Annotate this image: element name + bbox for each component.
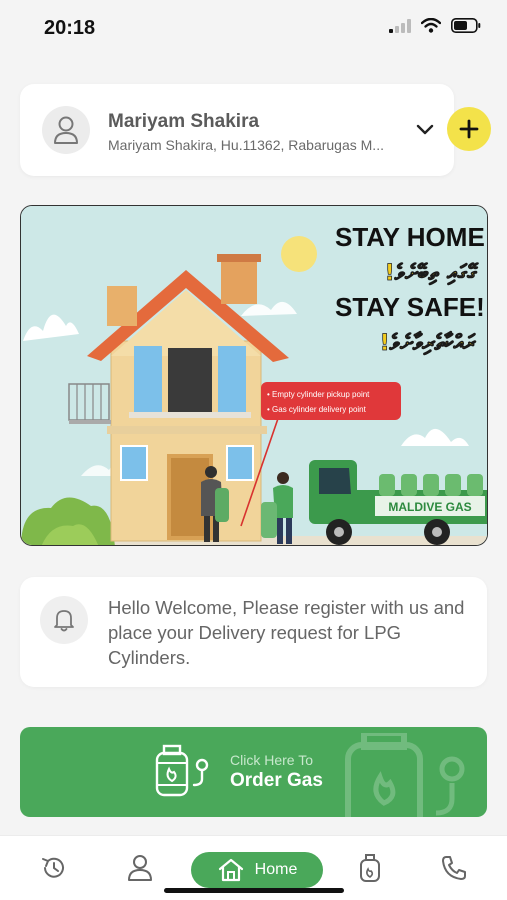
add-address-button[interactable] xyxy=(447,107,491,151)
plus-icon xyxy=(459,119,479,139)
bell-icon xyxy=(54,610,74,632)
tab-cylinder[interactable] xyxy=(352,851,388,885)
user-icon xyxy=(54,116,78,144)
phone-icon xyxy=(442,856,466,880)
gas-cylinder-icon xyxy=(155,744,209,797)
banner-legend-2: • Gas cylinder delivery point xyxy=(267,405,367,414)
battery-icon xyxy=(451,18,481,33)
tab-profile[interactable] xyxy=(122,851,158,885)
order-gas-button[interactable]: Click Here To Order Gas xyxy=(20,727,487,817)
avatar xyxy=(42,106,90,154)
banner-legend-1: • Empty cylinder pickup point xyxy=(267,390,370,399)
home-icon xyxy=(218,858,243,882)
truck-label: MALDIVE GAS xyxy=(388,500,471,514)
profile-address: Mariyam Shakira, Hu.11362, Rabarugas M..… xyxy=(108,137,384,153)
address-dropdown[interactable] xyxy=(412,117,438,143)
cylinder-watermark-icon xyxy=(345,733,465,817)
tab-history[interactable] xyxy=(36,851,72,885)
history-icon xyxy=(42,857,64,878)
banner-headline-2: STAY SAFE! xyxy=(335,292,485,322)
banner-dhivehi-2: !ރައްކާތެރިވާށެވެ xyxy=(380,331,477,356)
profile-icon xyxy=(128,855,152,881)
notification-badge xyxy=(40,596,88,644)
signal-icon xyxy=(389,18,411,33)
tab-home[interactable]: Home xyxy=(191,852,323,888)
profile-card[interactable]: Mariyam Shakira Mariyam Shakira, Hu.1136… xyxy=(20,84,454,176)
banner-dhivehi-1: !ގޭގައި ތިބޭށެވެ xyxy=(385,261,480,286)
status-bar: 20:18 xyxy=(0,0,507,56)
tab-phone[interactable] xyxy=(436,851,472,885)
banner-headline-1: STAY HOME! xyxy=(335,222,488,252)
order-subtitle: Click Here To xyxy=(230,752,313,768)
wifi-icon xyxy=(421,18,441,33)
welcome-message-card: Hello Welcome, Please register with us a… xyxy=(20,577,487,687)
home-indicator xyxy=(164,888,344,893)
promo-banner[interactable]: STAY HOME! !ގޭގައި ތިބޭށެވެ STAY SAFE! !… xyxy=(20,205,488,546)
status-time: 20:18 xyxy=(44,17,96,39)
banner-illustration: STAY HOME! !ގޭގައި ތިބޭށެވެ STAY SAFE! !… xyxy=(21,206,488,545)
order-title: Order Gas xyxy=(230,770,323,791)
welcome-message: Hello Welcome, Please register with us a… xyxy=(108,597,465,668)
chevron-down-icon xyxy=(416,124,434,135)
profile-name: Mariyam Shakira xyxy=(108,111,260,132)
gas-cylinder-tab-icon xyxy=(360,854,380,882)
tab-home-label: Home xyxy=(254,861,298,878)
status-icons xyxy=(389,18,481,33)
